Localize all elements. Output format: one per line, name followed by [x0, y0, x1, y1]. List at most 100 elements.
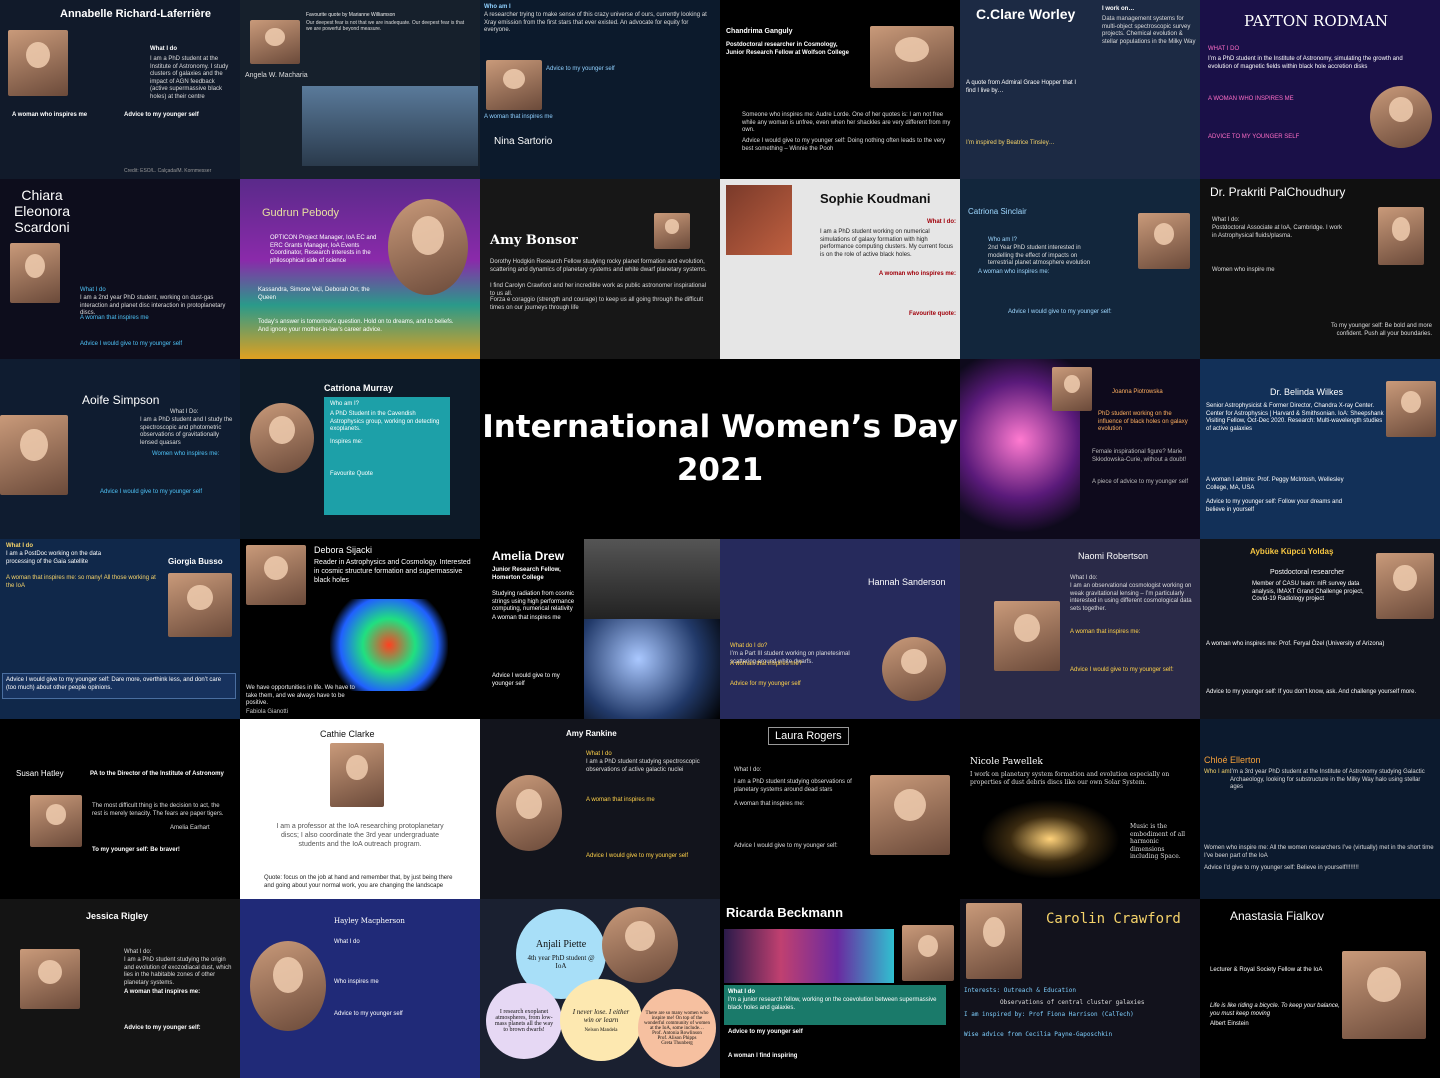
tile-aybuke: Aybüke Küpcü Yoldaş Postdoctoral researc…	[1200, 539, 1440, 719]
person-photo	[250, 403, 314, 473]
tile-heading: Junior Research Fellow, Homerton College	[492, 567, 561, 581]
tile-sub2: Advice I would give to my younger self	[100, 489, 203, 495]
tile-annabelle: Annabelle Richard-Laferrière What I do I…	[0, 0, 240, 179]
tile-nicole: Nicole Pawellek I work on planetary syst…	[960, 719, 1200, 899]
quote-bubble: I never lose. I either win or learn Nels…	[560, 979, 642, 1061]
tile-sub1: A woman that inspires me	[492, 615, 561, 621]
tile-sub2: Advice for my younger self	[730, 681, 801, 687]
tile-sub2: Advice to my younger self	[334, 1011, 403, 1017]
tile-text: Postdoctoral Associate at IoA, Cambridge…	[1212, 225, 1343, 239]
tile-name: Gudrun Pebody	[262, 207, 340, 219]
person-photo	[1370, 86, 1432, 148]
tile-sub1: We have opportunities in life. We have t…	[246, 685, 355, 706]
tile-debora: Debora Sijacki Reader in Astrophysics an…	[240, 539, 480, 719]
tile-text: A researcher trying to make sense of thi…	[484, 12, 707, 33]
page-title: International Women’s Day 2021	[482, 406, 958, 493]
tile-text: 2nd Year PhD student interested in model…	[988, 245, 1091, 266]
tile-heading: What I do:	[124, 949, 152, 955]
tile-text: I’m a PhD student in the Institute of As…	[1208, 56, 1403, 70]
tile-text: Someone who inspires me: Audre Lorde. On…	[742, 112, 951, 133]
tile-sub2: Advice I would give to my younger self: …	[6, 677, 222, 691]
tile-text: I am a PhD student studying observations…	[734, 779, 852, 793]
person-photo	[1138, 213, 1190, 269]
tile-heading: What I do:	[734, 767, 762, 773]
tile-sub2: A piece of advice to my younger self	[1092, 479, 1189, 485]
title-line-2: 2021	[676, 452, 764, 488]
tile-name: Dr. Prakriti PalChoudhury	[1210, 185, 1346, 199]
tile-sub2: Advice to my younger self:	[124, 1025, 201, 1031]
tile-sub1: Music is the embodiment of all harmonic …	[1130, 823, 1186, 860]
tile-jessica: Jessica Rigley What I do: I am a PhD stu…	[0, 899, 240, 1078]
person-photo	[1052, 367, 1092, 411]
tile-name: Sophie Koudmani	[820, 191, 931, 206]
person-photo	[870, 775, 950, 855]
person-photo	[246, 545, 306, 605]
tile-sub2: Advice I would give to my younger self	[80, 341, 183, 347]
tile-sub2: Albert Einstein	[1210, 1021, 1249, 1027]
tile-sub2: Favourite Quote	[330, 471, 374, 477]
person-photo	[30, 795, 82, 847]
person-photo	[10, 243, 60, 303]
tile-text: Reader in Astrophysics and Cosmology. In…	[314, 559, 471, 584]
tile-heading: PA to the Director of the Institute of A…	[90, 771, 224, 777]
tile-sub2: A woman that inspires me	[484, 114, 553, 120]
person-photo	[330, 743, 384, 807]
tile-name: Annabelle Richard-Laferrière	[60, 8, 211, 20]
person-photo	[870, 26, 954, 88]
person-photo	[994, 601, 1060, 671]
tile-chandrima: Chandrima Ganguly Postdoctoral researche…	[720, 0, 960, 179]
tile-sub1: A quote from Admiral Grace Hopper that I…	[966, 80, 1077, 94]
tile-text: Our deepest fear is not that we are inad…	[306, 20, 465, 33]
tile-sophie: Sophie Koudmani What I do: I am a PhD st…	[720, 179, 960, 359]
tile-sub2: Advice to my younger self	[124, 112, 199, 118]
tile-chloe: Chloé Ellerton Who I am: I’m a 3rd year …	[1200, 719, 1440, 899]
tile-text: What I do	[334, 939, 360, 945]
tile-name: Nicole Pawellek	[970, 757, 1043, 767]
tile-sub1: I find Carolyn Crawford and her incredib…	[490, 283, 707, 297]
tile-heading: Who am I?	[330, 401, 360, 407]
tile-sub2: Advice I would give to my younger self:	[1070, 667, 1174, 673]
tile-text: Member of CASU team: nIR survey data ana…	[1252, 581, 1364, 602]
tile-text: Senior Astrophysicist & Former Director,…	[1206, 403, 1384, 432]
tile-hayley: Hayley Macpherson What I do Who inspires…	[240, 899, 480, 1078]
tile-heading: What I do:	[1212, 217, 1240, 223]
person-photo	[882, 637, 946, 701]
tile-sub2: Advice I would give to my younger self	[586, 853, 689, 859]
tile-joanna: Joanna Piotrowska PhD student working on…	[960, 359, 1200, 539]
tile-text: The most difficult thing is the decision…	[92, 803, 224, 817]
person-photo	[1376, 553, 1434, 619]
tile-text: Lecturer & Royal Society Fellow at the I…	[1210, 967, 1323, 973]
tile-belinda: Dr. Belinda Wilkes Senior Astrophysicist…	[1200, 359, 1440, 539]
tile-text: Data management systems for multi-object…	[1102, 16, 1196, 45]
tile-text: I’m a junior research fellow, working on…	[728, 997, 937, 1011]
tile-heading: What I do	[586, 751, 612, 757]
tile-sub2: Fabiola Gianotti	[246, 709, 289, 715]
tile-laura: Laura Rogers What I do: I am a PhD stude…	[720, 719, 960, 899]
tile-text: I am a PhD student and I study the spect…	[140, 417, 233, 446]
tile-heading: What I Do:	[170, 409, 199, 415]
tile-susan: Susan Hatley PA to the Director of the I…	[0, 719, 240, 899]
tile-sub1: Who inspires me	[334, 979, 379, 985]
tile-name: Hayley Macpherson	[334, 917, 405, 925]
tile-name: Anjali Piette	[535, 938, 587, 950]
tile-clare: C.Clare Worley I work on… Data managemen…	[960, 0, 1200, 179]
tile-text: I am an observational cosmologist workin…	[1070, 583, 1192, 612]
tile-catriona-murray: Catriona Murray Who am I? A PhD Student …	[240, 359, 480, 539]
cosmic-strings-image	[584, 619, 720, 719]
simulation-image	[330, 599, 448, 691]
solar-system-image	[980, 799, 1120, 879]
tile-prakriti: Dr. Prakriti PalChoudhury What I do: Pos…	[1200, 179, 1440, 359]
tile-heading: 4th year PhD student @ IoA	[527, 953, 595, 970]
tile-angela: Angela W. Macharia Favourite quote by Ma…	[240, 0, 480, 179]
tile-text: I am a PhD student studying the origin a…	[124, 957, 232, 986]
tile-heading: Interests: Outreach & Education	[964, 987, 1076, 994]
tile-heading: Postdoctoral researcher in Cosmology, Ju…	[726, 42, 849, 56]
tile-sub1: Women who inspire me	[1212, 267, 1275, 273]
tile-heading: What do I do?	[730, 643, 768, 649]
tile-name: Amy Rankine	[566, 729, 617, 738]
tile-name: Catriona Murray	[324, 383, 394, 393]
tile-sub1: A woman who inspires me	[12, 112, 88, 118]
tile-sub1: A woman that inspires me:	[124, 989, 201, 995]
tile-sub1: Women who inspires me:	[152, 451, 220, 457]
person-photo	[496, 775, 562, 851]
